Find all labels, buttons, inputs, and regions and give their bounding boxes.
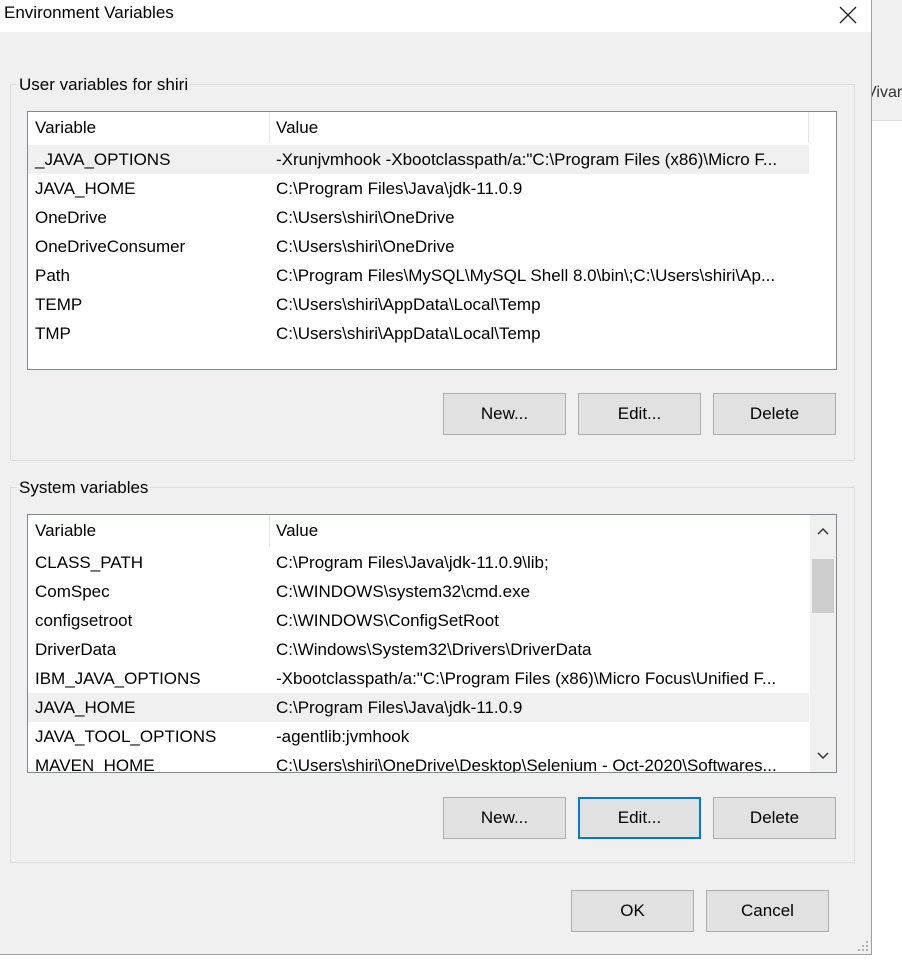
list-item[interactable]: CLASS_PATH C:\Program Files\Java\jdk-11.0… (28, 548, 809, 577)
list-item[interactable]: OneDrive C:\Users\shiri\OneDrive (28, 203, 809, 232)
variable-name: OneDrive (35, 208, 107, 227)
variable-name: IBM_JAVA_OPTIONS (35, 669, 201, 688)
variable-name: JAVA_TOOL_OPTIONS (35, 727, 217, 746)
list-item[interactable]: JAVA_TOOL_OPTIONS -agentlib:jvmhook (28, 722, 809, 751)
variable-name: TEMP (35, 295, 83, 314)
list-item[interactable]: JAVA_HOME C:\Program Files\Java\jdk-11.0.… (28, 693, 809, 722)
list-item[interactable]: JAVA_HOME C:\Program Files\Java\jdk-11.0.… (28, 174, 809, 203)
system-delete-button[interactable]: Delete (713, 797, 836, 839)
system-list-scrollbar[interactable] (810, 515, 836, 772)
environment-variables-dialog: Environment Variables User variables for… (0, 0, 872, 955)
title-bar: Environment Variables (0, 0, 871, 32)
variable-value: C:\Users\shiri\AppData\Local\Temp (276, 324, 541, 343)
variable-value: C:\Program Files\Java\jdk-11.0.9 (276, 179, 523, 198)
close-button[interactable] (825, 0, 871, 30)
window-title: Environment Variables (4, 3, 174, 22)
list-item[interactable]: DriverData C:\Windows\System32\Drivers\Dr… (28, 635, 809, 664)
column-header-value[interactable]: Value (276, 112, 318, 143)
variable-value: C:\Users\shiri\OneDrive (276, 208, 455, 227)
user-delete-button[interactable]: Delete (713, 393, 836, 435)
scroll-down-button[interactable] (810, 740, 836, 770)
variable-value: C:\Program Files\Java\jdk-11.0.9 (276, 698, 523, 717)
user-variables-list[interactable]: Variable Value _JAVA_OPTIONS -Xrunjvmhook… (27, 111, 837, 370)
variable-value: -Xbootclasspath/a:"C:\Program Files (x86… (276, 669, 777, 688)
system-variables-list[interactable]: Variable Value CLASS_PATH C:\Program File… (27, 514, 837, 773)
cancel-button[interactable]: Cancel (706, 890, 829, 932)
system-edit-button[interactable]: Edit... (578, 797, 701, 839)
chevron-up-icon (817, 527, 829, 535)
variable-value: C:\Users\shiri\OneDrive (276, 237, 455, 256)
variable-value: C:\Users\shiri\AppData\Local\Temp (276, 295, 541, 314)
variable-value: -Xrunjvmhook -Xbootclasspath/a:"C:\Progr… (276, 150, 778, 169)
list-item[interactable]: _JAVA_OPTIONS -Xrunjvmhook -Xbootclasspat… (28, 145, 809, 174)
list-item[interactable]: IBM_JAVA_OPTIONS -Xbootclasspath/a:"C:\Pr… (28, 664, 809, 693)
list-item[interactable]: TEMP C:\Users\shiri\AppData\Local\Temp (28, 290, 809, 319)
resize-grip-icon[interactable] (857, 940, 869, 952)
scroll-up-button[interactable] (810, 517, 836, 547)
column-header-variable[interactable]: Variable (35, 515, 96, 546)
ok-button[interactable]: OK (571, 890, 694, 932)
list-item[interactable]: TMP C:\Users\shiri\AppData\Local\Temp (28, 319, 809, 348)
column-header-variable[interactable]: Variable (35, 112, 96, 143)
list-item[interactable]: configsetroot C:\WINDOWS\ConfigSetRoot (28, 606, 809, 635)
background-window-header (872, 0, 902, 121)
variable-value: C:\WINDOWS\system32\cmd.exe (276, 582, 531, 601)
scroll-thumb[interactable] (812, 559, 834, 613)
variable-value: C:\Windows\System32\Drivers\DriverData (276, 640, 592, 659)
system-new-button[interactable]: New... (443, 797, 566, 839)
variable-value: C:\Users\shiri\OneDrive\Desktop\Selenium… (276, 756, 777, 773)
user-edit-button[interactable]: Edit... (578, 393, 701, 435)
column-separator[interactable] (269, 515, 270, 546)
variable-name: Path (35, 266, 70, 285)
column-separator[interactable] (808, 112, 809, 143)
variable-name: MAVEN_HOME (35, 756, 155, 773)
column-header-value[interactable]: Value (276, 515, 318, 546)
user-new-button[interactable]: New... (443, 393, 566, 435)
user-list-header: Variable Value (28, 112, 836, 143)
variable-value: C:\Program Files\Java\jdk-11.0.9\lib; (276, 553, 549, 572)
variable-name: OneDriveConsumer (35, 237, 186, 256)
variable-value: C:\Program Files\MySQL\MySQL Shell 8.0\b… (276, 266, 776, 285)
system-list-header: Variable Value (28, 515, 810, 546)
list-item[interactable]: ComSpec C:\WINDOWS\system32\cmd.exe (28, 577, 809, 606)
list-item[interactable]: Path C:\Program Files\MySQL\MySQL Shell 8… (28, 261, 809, 290)
close-icon (839, 6, 857, 24)
variable-name: configsetroot (35, 611, 133, 630)
variable-name: DriverData (35, 640, 117, 659)
variable-name: JAVA_HOME (35, 698, 136, 717)
variable-name: ComSpec (35, 582, 110, 601)
user-variables-title: User variables for shiri (17, 75, 191, 95)
chevron-down-icon (817, 752, 829, 760)
variable-name: CLASS_PATH (35, 553, 144, 572)
system-variables-title: System variables (17, 478, 151, 498)
variable-value: C:\WINDOWS\ConfigSetRoot (276, 611, 499, 630)
column-separator[interactable] (269, 112, 270, 143)
variable-name: TMP (35, 324, 71, 343)
list-item[interactable]: OneDriveConsumer C:\Users\shiri\OneDrive (28, 232, 809, 261)
variable-name: JAVA_HOME (35, 179, 136, 198)
variable-name: _JAVA_OPTIONS (35, 150, 171, 169)
variable-value: -agentlib:jvmhook (276, 727, 410, 746)
list-item[interactable]: MAVEN_HOME C:\Users\shiri\OneDrive\Deskto… (28, 751, 809, 773)
